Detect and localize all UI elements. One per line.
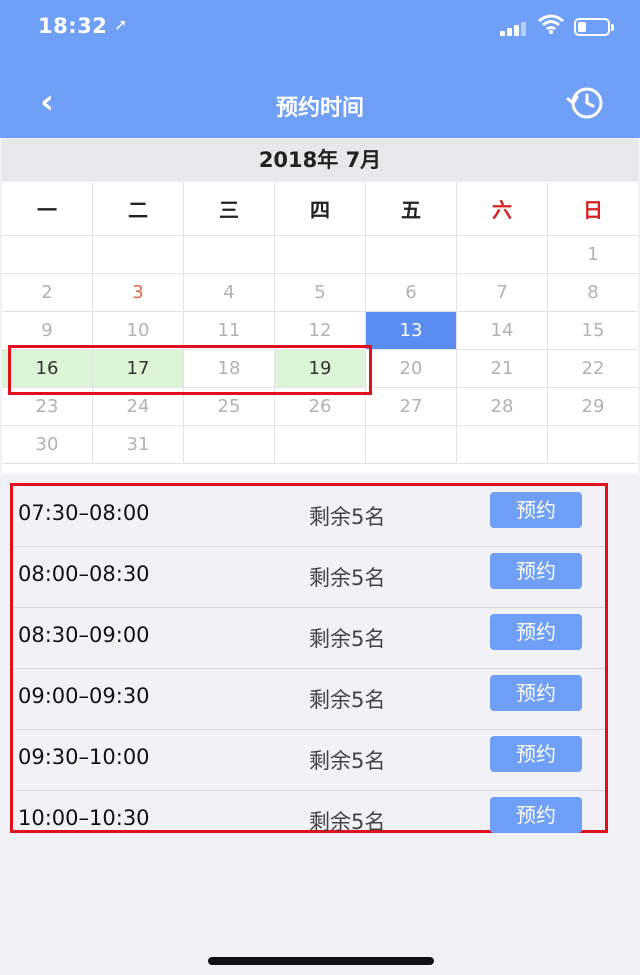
slot-remaining: 剩余5名 <box>309 749 386 773</box>
home-indicator[interactable] <box>208 957 434 965</box>
calendar-day: 27 <box>366 388 457 426</box>
calendar-day: 8 <box>548 274 638 312</box>
calendar-day: 3 <box>93 274 184 312</box>
calendar-day-empty <box>366 426 457 464</box>
weekday-label: 五 <box>366 182 457 236</box>
month-label: 2018年 7月 <box>2 139 638 181</box>
weekday-label: 六 <box>457 182 548 236</box>
weekday-label: 一 <box>2 182 93 236</box>
clock-history-icon[interactable] <box>564 86 606 120</box>
time-slot-list: 07:30–08:00 剩余5名 预约 08:00–08:30 剩余5名 预约 … <box>10 483 608 834</box>
calendar-day: 14 <box>457 312 548 350</box>
cellular-signal-icon <box>500 22 532 36</box>
time-slot-row: 10:00–10:30 剩余5名 预约 <box>13 791 605 851</box>
calendar-day-empty <box>2 236 93 274</box>
calendar-day: 4 <box>184 274 275 312</box>
app-header: 18:32 ➚ ‹ 预约时间 <box>0 0 640 138</box>
book-button[interactable]: 预约 <box>490 492 582 528</box>
slot-time: 09:00–09:30 <box>18 684 150 708</box>
calendar-day-empty <box>275 426 366 464</box>
calendar-day: 29 <box>548 388 638 426</box>
calendar-day-today[interactable]: 13 <box>366 312 457 350</box>
available-dates-highlight <box>8 345 372 395</box>
calendar-day-empty <box>184 236 275 274</box>
slot-time: 07:30–08:00 <box>18 501 150 525</box>
book-button[interactable]: 预约 <box>490 797 582 833</box>
calendar-day: 31 <box>93 426 184 464</box>
calendar-week-row: 30 31 <box>2 426 638 464</box>
calendar-day: 30 <box>2 426 93 464</box>
calendar-day: 28 <box>457 388 548 426</box>
calendar-day: 5 <box>275 274 366 312</box>
slot-time: 10:00–10:30 <box>18 806 150 830</box>
calendar-day-empty <box>457 426 548 464</box>
time-slot-row: 09:00–09:30 剩余5名 预约 <box>13 669 605 730</box>
calendar-day: 22 <box>548 350 638 388</box>
book-button[interactable]: 预约 <box>490 736 582 772</box>
battery-icon <box>574 18 614 36</box>
slot-remaining: 剩余5名 <box>309 505 386 529</box>
book-button[interactable]: 预约 <box>490 675 582 711</box>
book-button[interactable]: 预约 <box>490 553 582 589</box>
slot-time: 08:00–08:30 <box>18 562 150 586</box>
page-title: 预约时间 <box>275 96 364 121</box>
calendar-week-row: 2 3 4 5 6 7 8 <box>2 274 638 312</box>
calendar-footer <box>2 464 638 474</box>
slot-time: 08:30–09:00 <box>18 623 150 647</box>
calendar-day: 20 <box>366 350 457 388</box>
calendar-day: 15 <box>548 312 638 350</box>
weekday-header-row: 一 二 三 四 五 六 日 <box>2 182 638 236</box>
weekday-label: 四 <box>275 182 366 236</box>
slot-remaining: 剩余5名 <box>309 566 386 590</box>
time-slot-row: 09:30–10:00 剩余5名 预约 <box>13 730 605 791</box>
calendar-day-empty <box>275 236 366 274</box>
calendar-day: 2 <box>2 274 93 312</box>
calendar-day-empty <box>457 236 548 274</box>
calendar-day-empty <box>93 236 184 274</box>
calendar-day-empty <box>184 426 275 464</box>
calendar-week-row: 1 <box>2 236 638 274</box>
calendar-grid: 一 二 三 四 五 六 日 1 2 3 4 5 6 7 8 9 10 11 12… <box>2 182 638 474</box>
weekday-label: 日 <box>548 182 638 236</box>
calendar-day: 7 <box>457 274 548 312</box>
slot-remaining: 剩余5名 <box>309 627 386 651</box>
calendar-day-empty <box>366 236 457 274</box>
time-slot-row: 07:30–08:00 剩余5名 预约 <box>13 486 605 547</box>
status-time: 18:32 <box>38 14 108 38</box>
calendar-day-empty <box>548 426 638 464</box>
slot-remaining: 剩余5名 <box>309 810 386 834</box>
weekday-label: 三 <box>184 182 275 236</box>
location-arrow-icon: ➚ <box>114 15 128 34</box>
calendar-day: 21 <box>457 350 548 388</box>
calendar-day: 1 <box>548 236 638 274</box>
weekday-label: 二 <box>93 182 184 236</box>
time-slot-row: 08:00–08:30 剩余5名 预约 <box>13 547 605 608</box>
slot-remaining: 剩余5名 <box>309 688 386 712</box>
calendar-day: 6 <box>366 274 457 312</box>
book-button[interactable]: 预约 <box>490 614 582 650</box>
slot-time: 09:30–10:00 <box>18 745 150 769</box>
wifi-icon <box>538 14 564 34</box>
time-slot-row: 08:30–09:00 剩余5名 预约 <box>13 608 605 669</box>
